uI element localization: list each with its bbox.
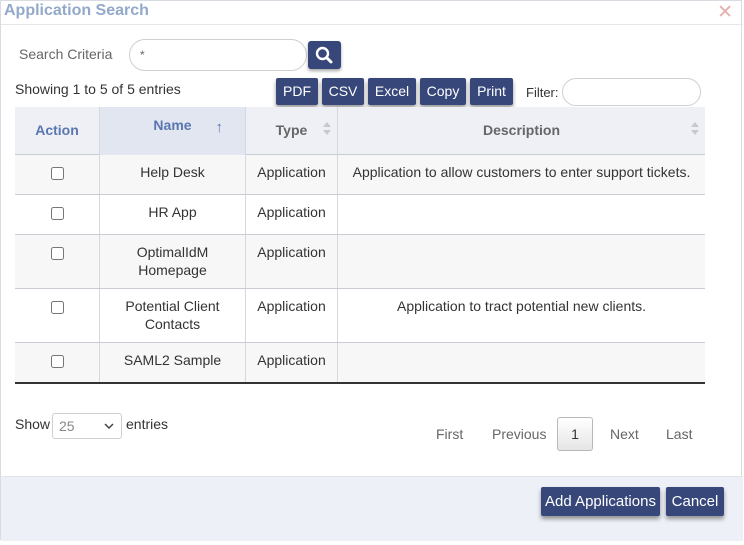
table-row: SAML2 Sample Application	[15, 343, 705, 384]
print-button[interactable]: Print	[470, 78, 513, 105]
type-cell: Application	[246, 289, 338, 342]
type-cell: Application	[246, 155, 338, 194]
description-cell	[338, 343, 705, 382]
entries-label: entries	[126, 416, 169, 432]
filter-label: Filter:	[526, 85, 559, 100]
copy-button[interactable]: Copy	[420, 78, 466, 105]
row-checkbox[interactable]	[51, 355, 64, 368]
show-label: Show	[15, 416, 51, 432]
pagination-next[interactable]: Next	[610, 426, 639, 442]
column-header-action[interactable]: Action	[15, 107, 100, 155]
description-cell	[338, 195, 705, 234]
close-icon[interactable]: ✕	[717, 3, 733, 22]
filter-input[interactable]	[562, 78, 701, 106]
csv-button[interactable]: CSV	[322, 78, 364, 105]
application-search-dialog: Application Search ✕ Search Criteria Sho…	[0, 0, 743, 541]
name-cell: OptimalIdM Homepage	[100, 235, 246, 288]
description-cell: Application to tract potential new clien…	[396, 298, 647, 314]
column-header-type[interactable]: Type	[246, 107, 338, 155]
column-header-name[interactable]: Name ↑	[100, 107, 246, 155]
action-cell	[15, 235, 100, 288]
sort-icon	[323, 122, 331, 136]
pagination-first[interactable]: First	[436, 426, 463, 442]
search-criteria-input[interactable]	[129, 39, 307, 71]
dialog-titlebar[interactable]: Application Search ✕	[1, 1, 743, 25]
page-length-value: 25	[59, 418, 75, 434]
row-checkbox[interactable]	[51, 167, 64, 180]
table-row: Help Desk Application Application to all…	[15, 155, 705, 195]
row-checkbox[interactable]	[51, 301, 64, 314]
search-button[interactable]	[308, 41, 341, 69]
type-cell: Application	[246, 343, 338, 382]
row-checkbox[interactable]	[51, 207, 64, 220]
name-cell: Help Desk	[100, 155, 246, 194]
type-cell: Application	[246, 235, 338, 288]
name-cell: HR App	[100, 195, 246, 234]
action-cell	[15, 343, 100, 382]
description-cell: Application to allow customers to enter …	[352, 164, 691, 180]
pagination-previous[interactable]: Previous	[492, 426, 546, 442]
cancel-button[interactable]: Cancel	[666, 487, 724, 516]
add-applications-button[interactable]: Add Applications	[541, 487, 660, 516]
description-cell	[338, 235, 705, 288]
table-info: Showing 1 to 5 of 5 entries	[15, 81, 181, 97]
pdf-button[interactable]: PDF	[276, 78, 318, 105]
name-cell: Potential Client Contacts	[100, 289, 246, 342]
action-cell	[15, 195, 100, 234]
row-checkbox[interactable]	[51, 247, 64, 260]
search-criteria-label: Search Criteria	[19, 46, 113, 62]
sort-ascending-icon: ↑	[215, 119, 224, 136]
table-row: Potential Client Contacts Application Ap…	[15, 289, 705, 343]
table-row: OptimalIdM Homepage Application	[15, 235, 705, 289]
table-header: Action Name ↑ Type Description	[15, 107, 705, 155]
pagination-last[interactable]: Last	[666, 426, 692, 442]
name-cell: SAML2 Sample	[100, 343, 246, 382]
pagination-page-1[interactable]: 1	[557, 417, 593, 451]
sort-icon	[691, 122, 699, 136]
excel-button[interactable]: Excel	[368, 78, 416, 105]
type-cell: Application	[246, 195, 338, 234]
table-row: HR App Application	[15, 195, 705, 235]
search-icon	[315, 46, 333, 64]
column-header-description[interactable]: Description	[338, 107, 705, 155]
page-length-select[interactable]: 25	[52, 413, 122, 439]
dialog-title: Application Search	[4, 2, 149, 19]
action-cell	[15, 289, 100, 342]
action-cell	[15, 155, 100, 194]
chevron-down-icon	[104, 423, 114, 430]
